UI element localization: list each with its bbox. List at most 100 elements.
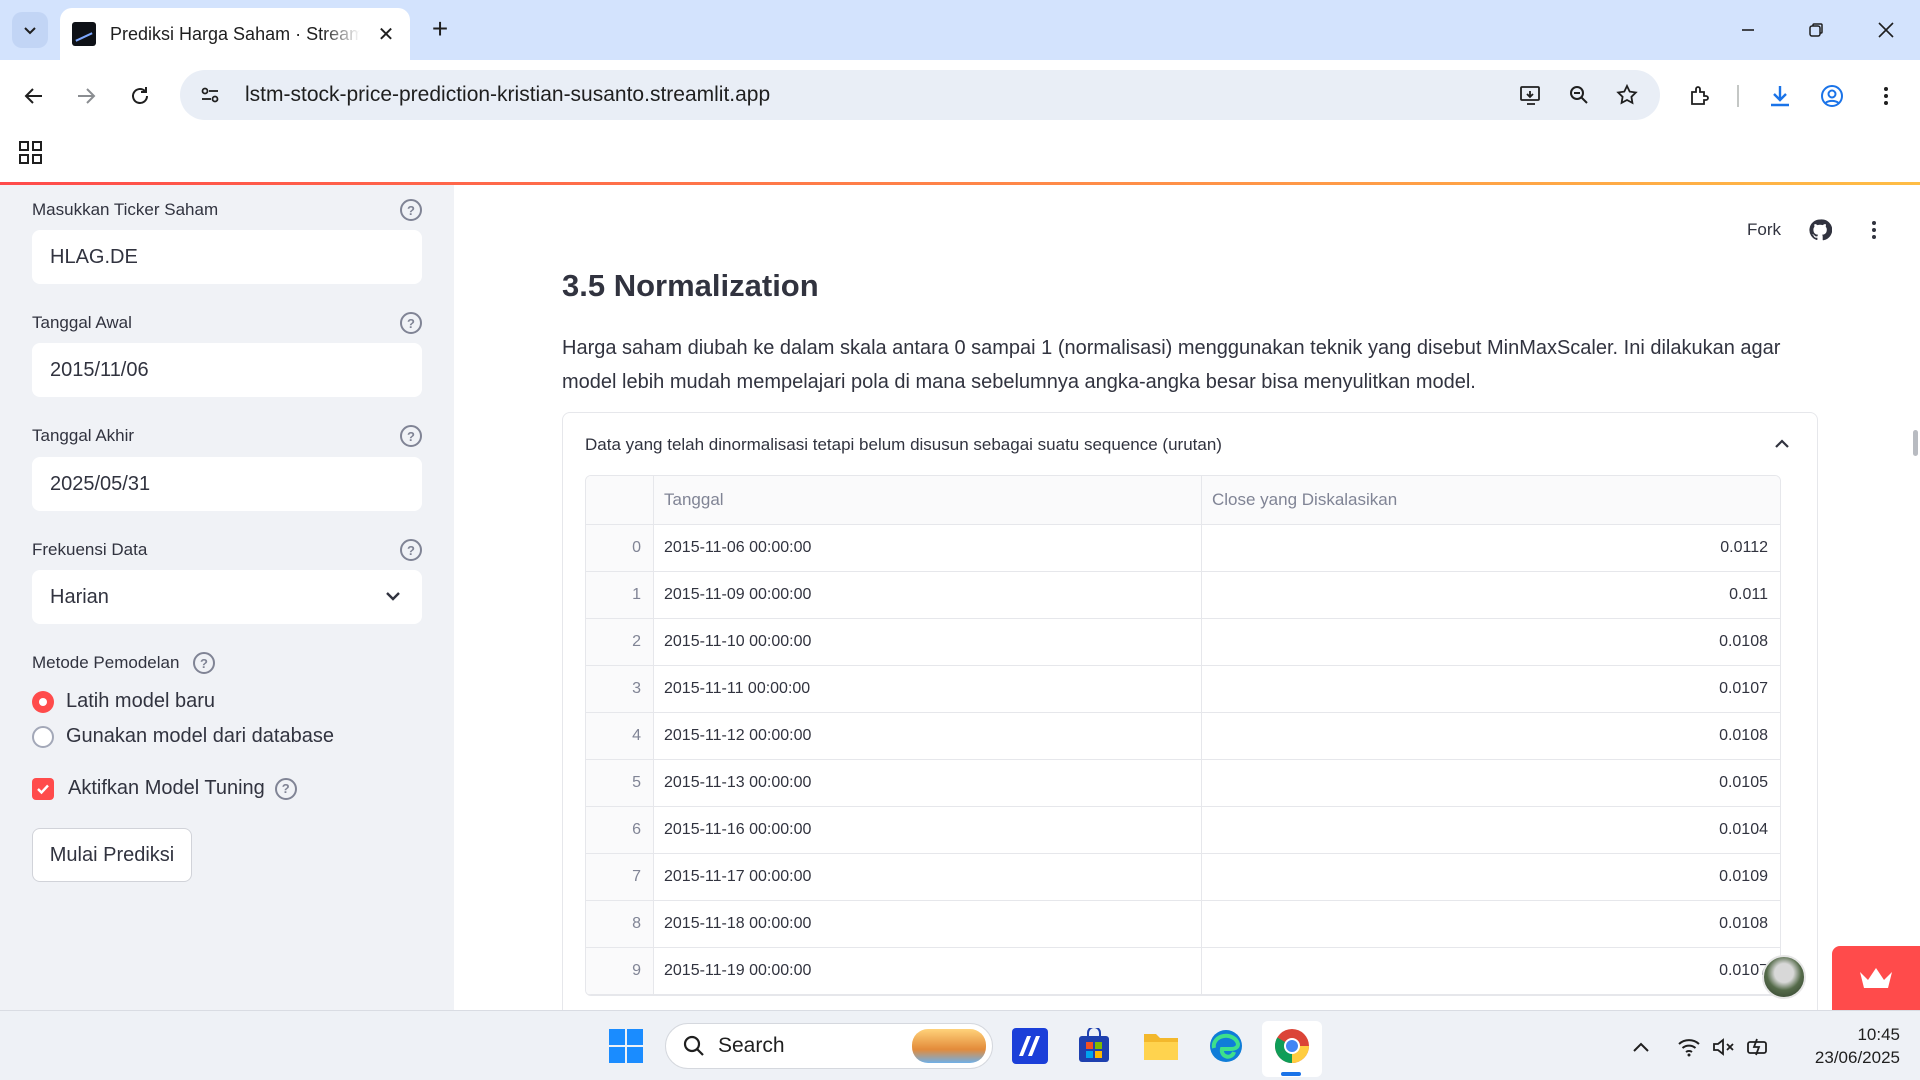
date-cell[interactable]: 2015-11-17 00:00:00 (654, 854, 1202, 900)
table-row[interactable]: 4 2015-11-12 00:00:00 0.0108 (586, 713, 1780, 760)
extensions-button[interactable] (1680, 76, 1720, 116)
scaled-close-cell[interactable]: 0.011 (1202, 572, 1780, 618)
end-date-input[interactable]: 2025/05/31 (32, 457, 422, 511)
start-date-input[interactable]: 2015/11/06 (32, 343, 422, 397)
tuning-checkbox[interactable]: Aktifkan Model Tuning ? (32, 777, 297, 800)
downloads-button[interactable] (1760, 76, 1800, 116)
scaled-close-cell[interactable]: 0.0108 (1202, 713, 1780, 759)
help-icon[interactable]: ? (400, 425, 422, 447)
row-index[interactable]: 6 (586, 807, 654, 853)
streamlit-manage-app-button[interactable] (1832, 946, 1920, 1010)
ticker-input[interactable]: HLAG.DE (32, 230, 422, 284)
taskbar-app-explorer[interactable] (1139, 1024, 1183, 1068)
date-cell[interactable]: 2015-11-09 00:00:00 (654, 572, 1202, 618)
close-tab-icon[interactable]: ✕ (374, 22, 398, 47)
minimize-button[interactable] (1724, 10, 1772, 50)
page-scrollbar-thumb[interactable] (1913, 430, 1918, 456)
radio-use-database-model[interactable]: Gunakan model dari database (32, 725, 334, 748)
normalized-data-table[interactable]: Tanggal Close yang Diskalasikan 0 2015-11… (585, 475, 1781, 996)
scaled-close-cell[interactable]: 0.0104 (1202, 807, 1780, 853)
date-cell[interactable]: 2015-11-13 00:00:00 (654, 760, 1202, 806)
search-highlight-image (912, 1029, 986, 1063)
row-index[interactable]: 1 (586, 572, 654, 618)
help-icon[interactable]: ? (400, 312, 422, 334)
start-button[interactable] (604, 1024, 648, 1068)
wifi-icon[interactable] (1676, 1034, 1702, 1060)
fork-link[interactable]: Fork (1747, 220, 1781, 240)
scaled-close-cell[interactable]: 0.0107 (1202, 666, 1780, 712)
close-window-button[interactable] (1862, 10, 1910, 50)
radio-unchecked-icon (32, 725, 54, 748)
table-row[interactable]: 9 2015-11-19 00:00:00 0.0107 (586, 948, 1780, 995)
browser-tab-active[interactable]: Prediksi Harga Saham · Streamlit ✕ (60, 8, 410, 60)
user-avatar[interactable] (1762, 955, 1806, 999)
volume-muted-icon[interactable] (1710, 1034, 1736, 1060)
date-cell[interactable]: 2015-11-10 00:00:00 (654, 619, 1202, 665)
date-cell[interactable]: 2015-11-18 00:00:00 (654, 901, 1202, 947)
table-row[interactable]: 6 2015-11-16 00:00:00 0.0104 (586, 807, 1780, 854)
table-row[interactable]: 7 2015-11-17 00:00:00 0.0109 (586, 854, 1780, 901)
taskbar-search[interactable]: Search (665, 1023, 993, 1069)
row-index[interactable]: 2 (586, 619, 654, 665)
taskbar-app-edge[interactable] (1204, 1024, 1248, 1068)
taskbar-app-editor[interactable] (1008, 1024, 1052, 1068)
row-index[interactable]: 9 (586, 948, 654, 994)
date-cell[interactable]: 2015-11-19 00:00:00 (654, 948, 1202, 994)
row-index[interactable]: 8 (586, 901, 654, 947)
table-row[interactable]: 8 2015-11-18 00:00:00 0.0108 (586, 901, 1780, 948)
scaled-close-cell[interactable]: 0.0105 (1202, 760, 1780, 806)
row-index[interactable]: 0 (586, 525, 654, 571)
taskbar-app-store[interactable] (1072, 1024, 1116, 1068)
expander-title[interactable]: Data yang telah dinormalisasi tetapi bel… (585, 435, 1222, 455)
reload-button[interactable] (120, 76, 160, 116)
new-tab-button[interactable]: + (424, 14, 456, 46)
scaled-close-cell[interactable]: 0.0109 (1202, 854, 1780, 900)
radio-train-new-model[interactable]: Latih model baru (32, 690, 215, 713)
chevron-up-icon[interactable] (1771, 433, 1793, 455)
column-header[interactable]: Close yang Diskalasikan (1202, 476, 1780, 524)
date-cell[interactable]: 2015-11-16 00:00:00 (654, 807, 1202, 853)
scaled-close-cell[interactable]: 0.0108 (1202, 901, 1780, 947)
help-icon[interactable]: ? (400, 199, 422, 221)
more-vertical-icon[interactable] (1862, 218, 1886, 242)
table-row[interactable]: 2 2015-11-10 00:00:00 0.0108 (586, 619, 1780, 666)
column-header[interactable]: Tanggal (654, 476, 1202, 524)
row-index[interactable]: 3 (586, 666, 654, 712)
taskbar-app-chrome[interactable] (1270, 1024, 1314, 1068)
tray-overflow-icon[interactable] (1628, 1034, 1654, 1060)
row-index[interactable]: 4 (586, 713, 654, 759)
zoom-icon[interactable] (1560, 76, 1598, 114)
table-row[interactable]: 5 2015-11-13 00:00:00 0.0105 (586, 760, 1780, 807)
install-app-icon[interactable] (1512, 76, 1550, 114)
row-index[interactable]: 7 (586, 854, 654, 900)
help-icon[interactable]: ? (274, 777, 297, 800)
site-settings-icon[interactable] (190, 75, 230, 115)
table-row[interactable]: 0 2015-11-06 00:00:00 0.0112 (586, 525, 1780, 572)
row-index[interactable]: 5 (586, 760, 654, 806)
chrome-menu-button[interactable] (1866, 76, 1906, 116)
back-button[interactable] (14, 76, 54, 116)
tab-search-button[interactable] (12, 12, 48, 48)
scaled-close-cell[interactable]: 0.0112 (1202, 525, 1780, 571)
tab-title: Prediksi Harga Saham · Streamlit (110, 23, 360, 44)
date-cell[interactable]: 2015-11-11 00:00:00 (654, 666, 1202, 712)
apps-grid-icon[interactable] (18, 140, 44, 166)
restore-button[interactable] (1792, 10, 1840, 50)
taskbar-clock[interactable]: 10:45 23/06/2025 (1790, 1023, 1900, 1069)
bookmark-star-icon[interactable] (1608, 76, 1646, 114)
date-cell[interactable]: 2015-11-12 00:00:00 (654, 713, 1202, 759)
github-icon[interactable] (1808, 218, 1832, 242)
start-prediction-button[interactable]: Mulai Prediksi (32, 828, 192, 882)
help-icon[interactable]: ? (193, 652, 215, 674)
table-row[interactable]: 3 2015-11-11 00:00:00 0.0107 (586, 666, 1780, 713)
frequency-select[interactable]: Harian (32, 570, 422, 624)
battery-charging-icon[interactable] (1746, 1034, 1772, 1060)
forward-button[interactable] (66, 76, 106, 116)
scaled-close-cell[interactable]: 0.0108 (1202, 619, 1780, 665)
profile-button[interactable] (1812, 76, 1852, 116)
scaled-close-cell[interactable]: 0.0107 (1202, 948, 1780, 994)
help-icon[interactable]: ? (400, 539, 422, 561)
address-bar[interactable]: lstm-stock-price-prediction-kristian-sus… (180, 70, 1660, 120)
table-row[interactable]: 1 2015-11-09 00:00:00 0.011 (586, 572, 1780, 619)
date-cell[interactable]: 2015-11-06 00:00:00 (654, 525, 1202, 571)
